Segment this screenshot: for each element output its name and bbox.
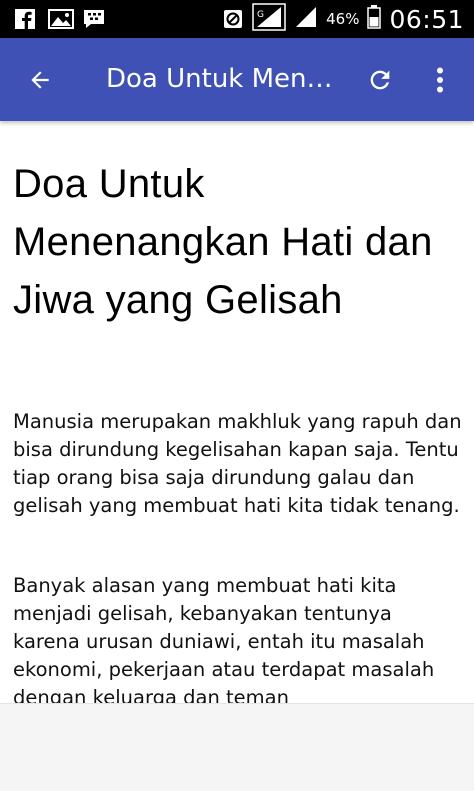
clock: 06:51: [389, 4, 464, 34]
refresh-icon: [370, 70, 390, 90]
arrow-back-icon: [31, 71, 49, 89]
no-sim-icon: [222, 8, 244, 30]
article-content: Doa Untuk Menenangkan Hati dan Jiwa yang…: [0, 121, 474, 703]
status-bar: G 46% 06:51: [0, 0, 474, 38]
signal-icon: G: [252, 3, 286, 35]
article-paragraph: Banyak alasan yang membuat hati kita men…: [13, 574, 435, 703]
notification-icons: [14, 8, 104, 30]
bottom-panel: [0, 703, 474, 791]
article-title: Doa Untuk Menenangkan Hati dan Jiwa yang…: [13, 162, 433, 322]
system-icons: G 46% 06:51: [222, 3, 464, 35]
back-button[interactable]: [18, 58, 62, 102]
battery-percent: 46%: [326, 10, 360, 28]
gallery-icon: [48, 8, 74, 30]
battery-icon: [367, 5, 382, 33]
facebook-icon: [14, 8, 36, 30]
article-paragraph: Manusia merupakan makhluk yang rapuh dan…: [13, 410, 462, 517]
toolbar-title: Doa Untuk Menenangkan Hati dan Jiwa yang…: [106, 64, 336, 94]
bbm-icon: [82, 8, 104, 30]
signal-icon: [294, 5, 318, 33]
overflow-menu-button[interactable]: [420, 58, 460, 102]
more-vert-icon: [437, 67, 443, 93]
svg-text:G: G: [257, 10, 264, 20]
app-toolbar: Doa Untuk Menenangkan Hati dan Jiwa yang…: [0, 38, 474, 121]
refresh-button[interactable]: [358, 58, 402, 102]
